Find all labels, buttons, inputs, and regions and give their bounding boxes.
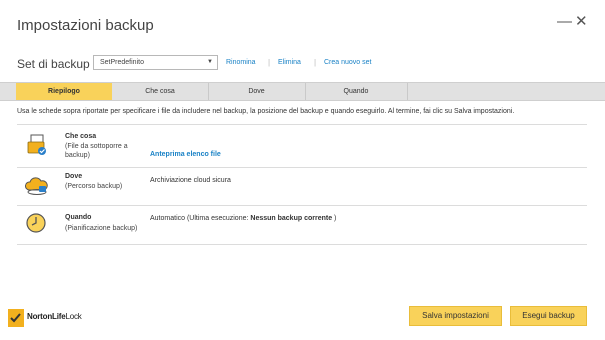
close-button[interactable]: ✕ [575, 14, 588, 29]
divider [17, 244, 587, 245]
tab-riepilogo[interactable]: Riepilogo [16, 83, 112, 100]
brand-name-rest: Lock [65, 312, 82, 321]
brand-logo: NortonLifeLock [27, 312, 82, 321]
when-value-suffix: ) [332, 215, 337, 222]
chevron-down-icon: ▼ [207, 59, 213, 65]
where-subtitle: (Percorso backup) [65, 183, 123, 190]
tab-divider [407, 83, 408, 100]
clock-icon [25, 212, 47, 234]
backup-set-select[interactable]: SetPredefinito ▼ [93, 55, 218, 70]
tab-dove[interactable]: Dove [208, 83, 305, 100]
link-separator: | [314, 58, 317, 67]
divider [17, 205, 587, 206]
brand-name-bold: NortonLife [27, 312, 66, 321]
instructions-text: Usa le schede sopra riportate per specif… [17, 108, 515, 115]
rename-link[interactable]: Rinomina [226, 59, 256, 66]
save-settings-button[interactable]: Salva impostazioni [409, 306, 502, 326]
file-folder-icon [26, 134, 48, 156]
cloud-storage-icon [25, 174, 48, 196]
tab-quando[interactable]: Quando [305, 83, 407, 100]
when-value: Automatico (Ultima esecuzione: Nessun ba… [150, 215, 336, 222]
what-subtitle-line-2: backup) [65, 152, 90, 159]
link-separator: | [268, 58, 271, 67]
delete-link[interactable]: Elimina [278, 59, 301, 66]
what-title: Che cosa [65, 133, 97, 140]
run-backup-button[interactable]: Esegui backup [510, 306, 587, 326]
divider [17, 124, 587, 125]
divider [17, 167, 587, 168]
backup-set-row: Set di backup SetPredefinito ▼ Rinomina … [0, 52, 605, 76]
when-subtitle: (Pianificazione backup) [65, 225, 138, 232]
what-subtitle-line-1: (File da sottoporre a [65, 143, 128, 150]
tab-bar: Riepilogo Che cosa Dove Quando [0, 82, 605, 101]
title-bar: Impostazioni backup — ✕ [0, 0, 605, 50]
preview-file-list-link[interactable]: Anteprima elenco file [150, 151, 221, 158]
backup-set-label: Set di backup [17, 57, 90, 71]
when-title: Quando [65, 214, 92, 221]
minimize-button[interactable]: — [557, 14, 572, 29]
where-title: Dove [65, 173, 83, 180]
when-value-prefix: Automatico (Ultima esecuzione: [150, 215, 251, 222]
logo-mark-icon [8, 309, 24, 327]
when-value-bold: Nessun backup corrente [250, 215, 333, 222]
create-set-link[interactable]: Crea nuovo set [324, 59, 371, 66]
backup-set-selected: SetPredefinito [100, 59, 144, 66]
window-title: Impostazioni backup [17, 17, 154, 34]
where-value: Archiviazione cloud sicura [150, 177, 231, 184]
tab-che-cosa[interactable]: Che cosa [112, 83, 208, 100]
